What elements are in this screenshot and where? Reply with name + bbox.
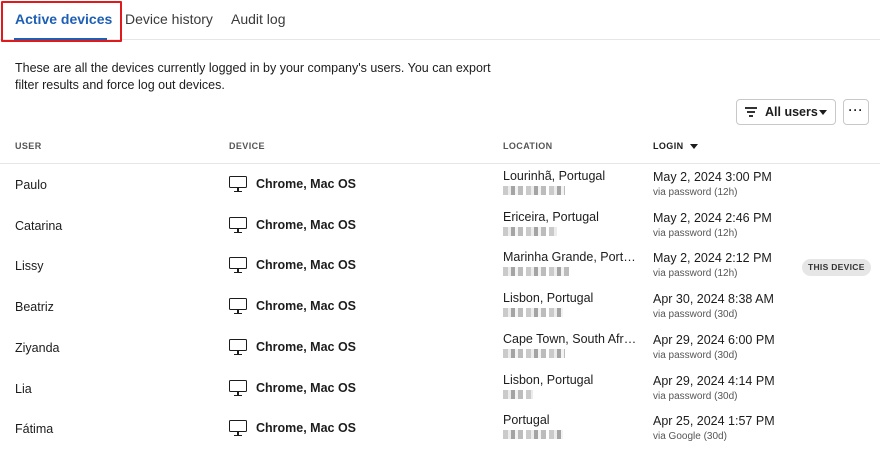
- table-row[interactable]: Paulo Chrome, Mac OS Lourinhã, Portugal …: [0, 164, 880, 204]
- row-user: Paulo: [15, 178, 47, 192]
- table-row[interactable]: Catarina Chrome, Mac OS Ericeira, Portug…: [0, 205, 880, 245]
- row-location: Lourinhã, Portugal: [503, 169, 638, 195]
- row-device-label: Chrome, Mac OS: [256, 218, 357, 232]
- user-filter-label: All users: [765, 105, 818, 119]
- user-filter-dropdown[interactable]: All users: [736, 99, 836, 125]
- row-user: Ziyanda: [15, 341, 60, 355]
- row-login: May 2, 2024 2:12 PM via password (12h): [653, 251, 772, 279]
- row-device: Chrome, Mac OS: [229, 257, 356, 273]
- row-login: Apr 30, 2024 8:38 AM via password (30d): [653, 292, 774, 320]
- table-row[interactable]: Fátima Chrome, Mac OS Portugal Apr 25, 2…: [0, 408, 880, 448]
- monitor-icon: [229, 257, 247, 273]
- redacted-ip: [503, 308, 563, 317]
- this-device-badge: THIS DEVICE: [802, 259, 871, 276]
- row-device-label: Chrome, Mac OS: [256, 258, 357, 272]
- row-user: Lia: [15, 382, 32, 396]
- row-location-text: Cape Town, South Africa: [503, 332, 638, 346]
- column-header-user: USER: [15, 141, 42, 151]
- row-login-date: May 2, 2024 3:00 PM: [653, 170, 772, 184]
- row-location: Ericeira, Portugal: [503, 210, 638, 236]
- row-device-label: Chrome, Mac OS: [256, 299, 357, 313]
- table-row[interactable]: Beatriz Chrome, Mac OS Lisbon, Portugal …: [0, 286, 880, 326]
- column-header-device: DEVICE: [229, 141, 265, 151]
- row-device-label: Chrome, Mac OS: [256, 381, 357, 395]
- column-header-location: LOCATION: [503, 141, 553, 151]
- redacted-ip: [503, 227, 557, 236]
- table-row[interactable]: Lia Chrome, Mac OS Lisbon, Portugal Apr …: [0, 368, 880, 408]
- row-login-method: via password (30d): [653, 350, 738, 361]
- page-description: These are all the devices currently logg…: [15, 61, 491, 92]
- tab-device-history[interactable]: Device history: [125, 0, 213, 40]
- row-device-label: Chrome, Mac OS: [256, 340, 357, 354]
- row-login-method: via Google (30d): [653, 431, 727, 442]
- row-device: Chrome, Mac OS: [229, 298, 356, 314]
- row-login-method: via password (12h): [653, 187, 738, 198]
- row-login-date: Apr 29, 2024 6:00 PM: [653, 333, 775, 347]
- row-login: May 2, 2024 3:00 PM via password (12h): [653, 170, 772, 198]
- table-header: USER DEVICE LOCATION LOGIN: [0, 128, 880, 164]
- tab-bar: Active devices Device history Audit log: [0, 0, 880, 42]
- chevron-down-icon: [819, 109, 827, 115]
- row-device: Chrome, Mac OS: [229, 380, 356, 396]
- row-user: Lissy: [15, 259, 44, 273]
- sort-descending-icon: [689, 144, 698, 150]
- redacted-ip: [503, 430, 563, 439]
- row-device-label: Chrome, Mac OS: [256, 177, 357, 191]
- row-login-method: via password (12h): [653, 268, 738, 279]
- monitor-icon: [229, 420, 247, 436]
- row-login-date: Apr 25, 2024 1:57 PM: [653, 414, 775, 428]
- row-location-text: Ericeira, Portugal: [503, 210, 599, 224]
- row-login-date: May 2, 2024 2:12 PM: [653, 251, 772, 265]
- row-login: Apr 25, 2024 1:57 PM via Google (30d): [653, 414, 775, 442]
- row-login-method: via password (12h): [653, 228, 738, 239]
- table-row[interactable]: Lissy Chrome, Mac OS Marinha Grande, Por…: [0, 245, 880, 285]
- column-header-login-label: LOGIN: [653, 141, 684, 151]
- row-location: Cape Town, South Africa: [503, 332, 638, 358]
- row-device: Chrome, Mac OS: [229, 420, 356, 436]
- tab-highlight-box: [1, 1, 122, 42]
- monitor-icon: [229, 217, 247, 233]
- row-location-text: Lisbon, Portugal: [503, 291, 594, 305]
- row-device-label: Chrome, Mac OS: [256, 421, 357, 435]
- monitor-icon: [229, 176, 247, 192]
- row-location-text: Lourinhã, Portugal: [503, 169, 606, 183]
- table-row[interactable]: Ziyanda Chrome, Mac OS Cape Town, South …: [0, 327, 880, 367]
- row-location-text: Portugal: [503, 413, 550, 427]
- row-location-text: Lisbon, Portugal: [503, 373, 594, 387]
- row-location: Lisbon, Portugal: [503, 291, 638, 317]
- redacted-ip: [503, 186, 565, 195]
- more-options-button[interactable]: ···: [843, 99, 869, 125]
- filter-icon: [745, 107, 757, 117]
- tab-audit-log[interactable]: Audit log: [231, 0, 285, 40]
- row-location: Marinha Grande, Portu...: [503, 250, 638, 276]
- row-device: Chrome, Mac OS: [229, 339, 356, 355]
- row-login: Apr 29, 2024 6:00 PM via password (30d): [653, 333, 775, 361]
- row-user: Fátima: [15, 422, 54, 436]
- row-login-date: Apr 29, 2024 4:14 PM: [653, 374, 775, 388]
- row-login-date: May 2, 2024 2:46 PM: [653, 211, 772, 225]
- row-device: Chrome, Mac OS: [229, 217, 356, 233]
- row-device: Chrome, Mac OS: [229, 176, 356, 192]
- row-user: Catarina: [15, 219, 63, 233]
- monitor-icon: [229, 298, 247, 314]
- row-login-method: via password (30d): [653, 309, 738, 320]
- redacted-ip: [503, 267, 569, 276]
- monitor-icon: [229, 380, 247, 396]
- row-login: Apr 29, 2024 4:14 PM via password (30d): [653, 374, 775, 402]
- row-location: Portugal: [503, 413, 638, 439]
- row-location-text: Marinha Grande, Portu...: [503, 250, 638, 264]
- redacted-ip: [503, 390, 533, 399]
- row-user: Beatriz: [15, 300, 54, 314]
- column-header-login[interactable]: LOGIN: [653, 141, 698, 151]
- row-location: Lisbon, Portugal: [503, 373, 638, 399]
- redacted-ip: [503, 349, 565, 358]
- monitor-icon: [229, 339, 247, 355]
- row-login: May 2, 2024 2:46 PM via password (12h): [653, 211, 772, 239]
- row-login-method: via password (30d): [653, 391, 738, 402]
- row-login-date: Apr 30, 2024 8:38 AM: [653, 292, 774, 306]
